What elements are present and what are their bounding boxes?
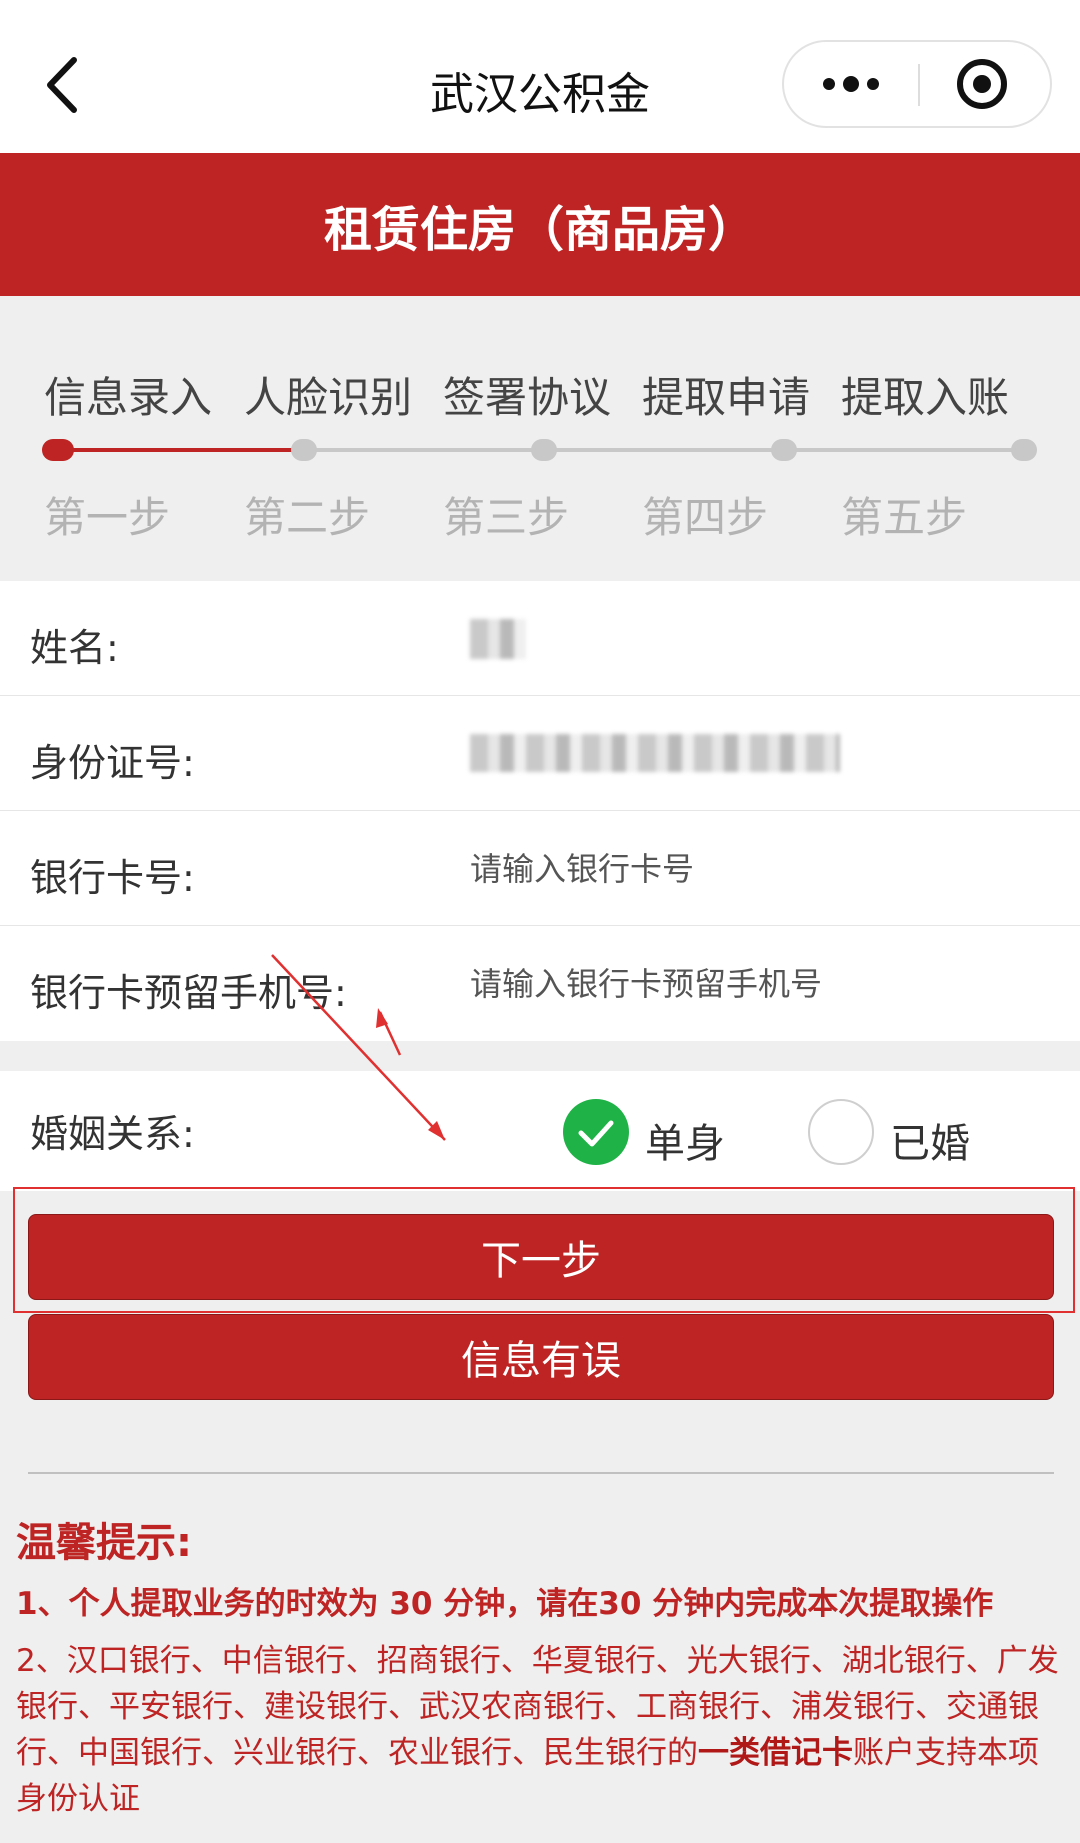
tip-2-bold: 一类借记卡 bbox=[698, 1735, 853, 1771]
step-dot bbox=[771, 439, 797, 461]
phone-label: 银行卡预留手机号: bbox=[30, 971, 347, 1015]
step-dot-active bbox=[42, 439, 74, 461]
married-radio[interactable] bbox=[808, 1099, 874, 1165]
section-header: 租赁住房（商品房） bbox=[0, 153, 1080, 296]
name-value-redacted bbox=[470, 619, 526, 659]
step-number: 第一步 bbox=[44, 493, 171, 542]
marriage-row: 婚姻关系: 单身 已婚 bbox=[0, 1071, 1080, 1191]
step-name: 签署协议 bbox=[443, 373, 612, 422]
bank-card-row: 银行卡号: bbox=[0, 811, 1080, 926]
name-label: 姓名: bbox=[30, 626, 119, 670]
target-close-icon bbox=[957, 59, 1007, 109]
info-form: 姓名: 身份证号: 银行卡号: 银行卡预留手机号: bbox=[0, 581, 1080, 1041]
bank-card-input[interactable] bbox=[470, 841, 1030, 897]
next-step-button[interactable]: 下一步 bbox=[28, 1214, 1054, 1300]
tips-title: 温馨提示: bbox=[16, 1520, 192, 1566]
info-error-button[interactable]: 信息有误 bbox=[28, 1314, 1054, 1400]
bank-card-label: 银行卡号: bbox=[30, 856, 195, 900]
tip-1: 1、个人提取业务的时效为 30 分钟，请在30 分钟内完成本次提取操作 bbox=[16, 1586, 994, 1622]
checkmark-icon bbox=[578, 1120, 614, 1147]
name-row: 姓名: bbox=[0, 581, 1080, 696]
more-dots-icon bbox=[823, 76, 879, 92]
marriage-label: 婚姻关系: bbox=[30, 1112, 195, 1156]
step-progress: 信息录入 人脸识别 签署协议 提取申请 提取入账 第一步 第二步 第三步 第四步… bbox=[0, 296, 1080, 581]
step-number: 第二步 bbox=[244, 493, 371, 542]
id-label: 身份证号: bbox=[30, 741, 195, 785]
step-dot bbox=[1011, 439, 1037, 461]
phone-input[interactable] bbox=[470, 956, 1030, 1012]
step-line-active bbox=[60, 448, 305, 452]
id-row: 身份证号: bbox=[0, 696, 1080, 811]
step-name: 提取入账 bbox=[841, 373, 1010, 422]
step-dot bbox=[531, 439, 557, 461]
step-name: 提取申请 bbox=[642, 373, 811, 422]
step-line bbox=[305, 448, 1025, 452]
navigation-bar: 武汉公积金 bbox=[0, 0, 1080, 153]
single-option-label[interactable]: 单身 bbox=[645, 1111, 725, 1169]
more-button[interactable] bbox=[784, 42, 918, 126]
single-radio[interactable] bbox=[563, 1099, 629, 1165]
step-dot bbox=[291, 439, 317, 461]
step-number: 第三步 bbox=[443, 493, 570, 542]
tip-2: 2、汉口银行、中信银行、招商银行、华夏银行、光大银行、湖北银行、广发银行、平安银… bbox=[16, 1638, 1066, 1822]
phone-row: 银行卡预留手机号: bbox=[0, 926, 1080, 1041]
step-name: 人脸识别 bbox=[244, 373, 413, 422]
close-button[interactable] bbox=[920, 42, 1050, 126]
married-option-label[interactable]: 已婚 bbox=[890, 1111, 970, 1169]
id-value-redacted bbox=[470, 734, 840, 772]
step-number: 第四步 bbox=[642, 493, 769, 542]
step-name: 信息录入 bbox=[44, 373, 213, 422]
mini-program-capsule bbox=[782, 40, 1052, 128]
divider bbox=[28, 1472, 1054, 1474]
step-number: 第五步 bbox=[841, 493, 968, 542]
